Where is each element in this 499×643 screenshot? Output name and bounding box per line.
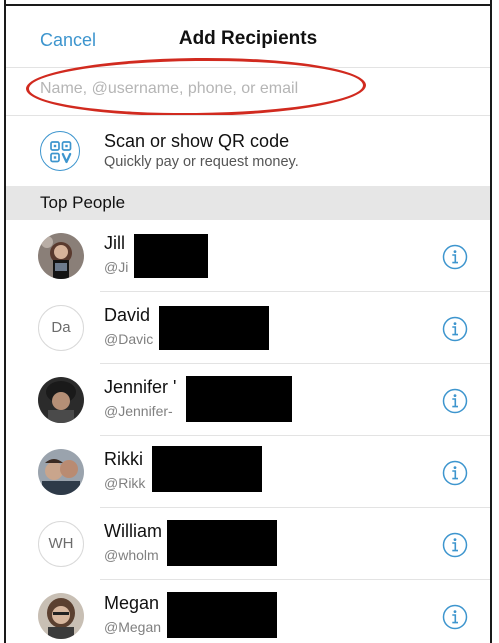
info-icon[interactable] (442, 316, 468, 342)
page-title: Add Recipients (178, 28, 318, 49)
person-name: Megan (104, 593, 160, 613)
person-username: @Ji (104, 259, 129, 275)
redaction-bar (134, 234, 208, 278)
person-row[interactable]: Megan @Megan (6, 580, 490, 643)
person-username: @Jennifer- (104, 403, 173, 419)
avatar (38, 233, 84, 279)
avatar: WH (38, 521, 84, 567)
person-name: Jill (104, 233, 125, 253)
qr-subtitle: Quickly pay or request money. (104, 154, 299, 170)
person-username: @wholm (104, 547, 159, 563)
person-row[interactable]: Rikki @Rikk (6, 436, 490, 508)
person-row[interactable]: Jill @Ji (6, 220, 490, 292)
nav-bar: Cancel Add Recipients (6, 6, 490, 68)
person-name: William (104, 521, 162, 541)
person-username: @Rikk (104, 475, 146, 491)
search-bar (6, 68, 490, 114)
avatar: Da (38, 305, 84, 351)
person-name: Rikki (104, 449, 143, 469)
info-icon[interactable] (442, 388, 468, 414)
info-icon[interactable] (442, 244, 468, 270)
avatar (38, 593, 84, 639)
avatar (38, 449, 84, 495)
person-username: @Davic (104, 331, 154, 347)
person-row[interactable]: WH William @wholm (6, 508, 490, 580)
qr-title: Scan or show QR code (104, 131, 290, 151)
person-row[interactable]: Jennifer ' @Jennifer- (6, 364, 490, 436)
screenshot-border (490, 0, 492, 643)
info-icon[interactable] (442, 460, 468, 486)
avatar (38, 377, 84, 423)
person-name: David (104, 305, 151, 325)
section-label: Top People (40, 193, 126, 212)
redaction-bar (152, 446, 262, 492)
top-people-header: Top People (6, 186, 490, 220)
screenshot-border (4, 4, 492, 6)
info-icon[interactable] (442, 532, 468, 558)
qr-code-row[interactable]: Scan or show QR code Quickly pay or requ… (6, 116, 490, 186)
redaction-bar (167, 592, 277, 638)
avatar-initials: WH (48, 535, 74, 552)
redaction-bar (159, 306, 269, 350)
person-name: Jennifer ' (104, 377, 177, 397)
info-icon[interactable] (442, 604, 468, 630)
qr-code-icon (40, 131, 80, 171)
person-username: @Megan (104, 619, 162, 635)
person-row[interactable]: Da David @Davic (6, 292, 490, 364)
redaction-bar (167, 520, 277, 566)
redaction-bar (186, 376, 292, 422)
screenshot-border (4, 0, 6, 643)
recipient-search-input[interactable] (40, 80, 370, 98)
add-recipients-screen: Cancel Add Recipients Scan or show QR co… (0, 0, 499, 643)
avatar-initials: Da (51, 319, 71, 336)
